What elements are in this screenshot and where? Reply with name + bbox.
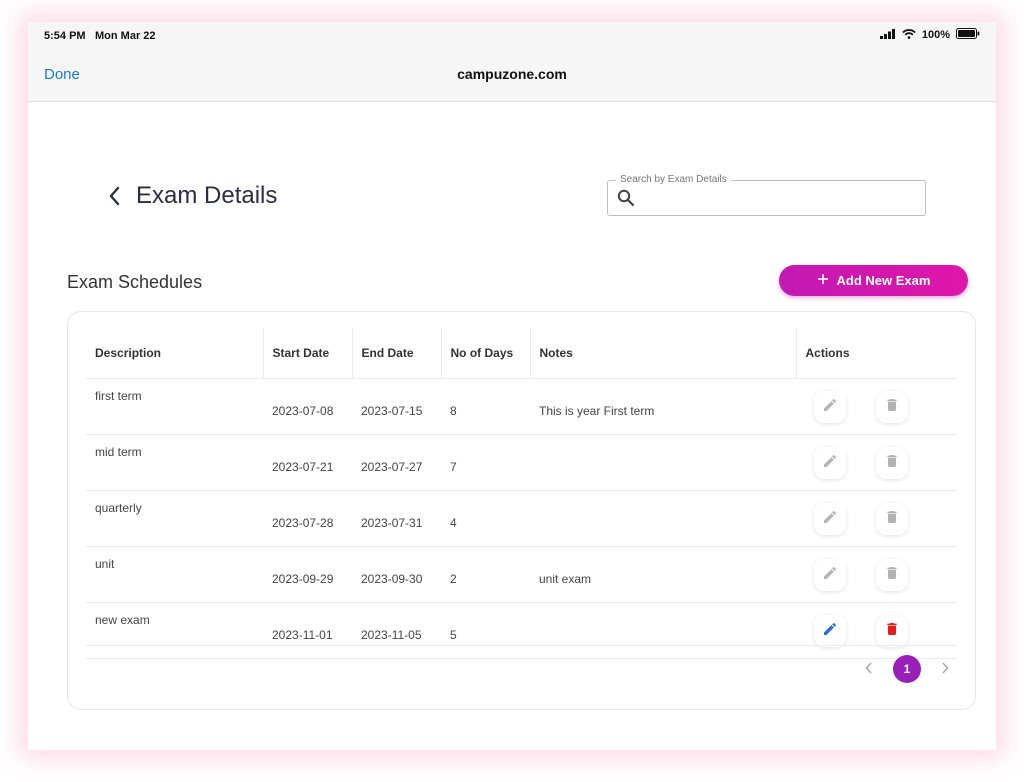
page-title: Exam Details [136, 182, 278, 209]
status-bar: 5:54 PM Mon Mar 22 100% [28, 22, 996, 50]
chevron-left-icon[interactable] [108, 185, 126, 207]
cell-days: 5 [441, 602, 530, 659]
pencil-icon [822, 509, 838, 528]
chevron-right-icon[interactable] [941, 661, 949, 677]
column-header-notes: Notes [529, 328, 796, 379]
trash-icon [884, 453, 900, 472]
cell-description: first term [86, 378, 263, 435]
page-number-button[interactable]: 1 [893, 655, 921, 683]
device-frame: 5:54 PM Mon Mar 22 100% Done campuzone.c… [28, 22, 996, 750]
table-footer-divider [86, 645, 957, 646]
search-field[interactable]: Search by Exam Details [607, 174, 926, 216]
cell-actions [796, 490, 957, 547]
cell-actions [796, 602, 957, 659]
cell-actions [796, 434, 957, 491]
cell-start-date: 2023-07-08 [263, 378, 352, 435]
pencil-icon [822, 397, 838, 416]
cell-end-date: 2023-07-31 [352, 490, 441, 547]
table-row: new exam 2023-11-01 2023-11-05 5 [86, 602, 957, 659]
add-new-exam-button[interactable]: Add New Exam [779, 265, 968, 296]
cell-start-date: 2023-07-28 [263, 490, 352, 547]
pagination: 1 [865, 655, 949, 683]
cell-description: quarterly [86, 490, 263, 547]
url-label: campuzone.com [457, 66, 567, 82]
status-indicators: 100% [879, 28, 980, 42]
cell-actions [796, 546, 957, 603]
cell-start-date: 2023-09-29 [263, 546, 352, 603]
cell-days: 4 [441, 490, 530, 547]
wifi-icon [902, 28, 916, 42]
status-time: 5:54 PM [44, 30, 86, 42]
trash-icon [884, 509, 900, 528]
exam-schedules-card: Description Start Date End Date No of Da… [67, 311, 976, 710]
edit-button[interactable] [814, 558, 846, 591]
cell-end-date: 2023-07-27 [352, 434, 441, 491]
cell-notes [530, 434, 796, 491]
cell-end-date: 2023-09-30 [352, 546, 441, 603]
plus-icon [817, 273, 829, 288]
search-input[interactable] [640, 187, 914, 211]
search-label: Search by Exam Details [616, 174, 731, 185]
column-header-description: Description [86, 328, 263, 379]
cell-days: 7 [441, 434, 530, 491]
section-title: Exam Schedules [67, 272, 203, 292]
delete-button[interactable] [876, 614, 908, 647]
column-header-actions: Actions [795, 328, 957, 379]
pencil-icon [822, 453, 838, 472]
cell-start-date: 2023-11-01 [263, 602, 352, 659]
chevron-left-icon[interactable] [865, 661, 873, 677]
cell-start-date: 2023-07-21 [263, 434, 352, 491]
edit-button[interactable] [814, 390, 846, 423]
edit-button[interactable] [814, 614, 846, 647]
column-header-no-of-days: No of Days [440, 328, 530, 379]
browser-bar: 5:54 PM Mon Mar 22 100% Done campuzone.c… [28, 22, 996, 102]
cell-actions [796, 378, 957, 435]
cell-description: new exam [86, 602, 263, 659]
pencil-icon [822, 621, 838, 640]
column-header-end-date: End Date [351, 328, 441, 379]
signal-icon [879, 28, 896, 42]
add-new-exam-label: Add New Exam [836, 273, 931, 288]
delete-button[interactable] [876, 558, 908, 591]
table-row: unit 2023-09-29 2023-09-30 2 unit exam [86, 546, 957, 603]
edit-button[interactable] [814, 446, 846, 479]
delete-button[interactable] [876, 390, 908, 423]
search-icon [617, 189, 635, 212]
cell-days: 2 [441, 546, 530, 603]
table-row: first term 2023-07-08 2023-07-15 8 This … [86, 378, 957, 435]
exam-table: Description Start Date End Date No of Da… [86, 328, 957, 659]
cell-description: mid term [86, 434, 263, 491]
battery-icon [956, 28, 980, 42]
delete-button[interactable] [876, 446, 908, 479]
cell-notes: unit exam [530, 546, 796, 603]
trash-icon [884, 565, 900, 584]
cell-end-date: 2023-07-15 [352, 378, 441, 435]
delete-button[interactable] [876, 502, 908, 535]
cell-notes [530, 490, 796, 547]
table-header-row: Description Start Date End Date No of Da… [86, 328, 957, 379]
cell-notes [530, 602, 796, 659]
trash-icon [884, 397, 900, 416]
edit-button[interactable] [814, 502, 846, 535]
pencil-icon [822, 565, 838, 584]
cell-notes: This is year First term [530, 378, 796, 435]
cell-description: unit [86, 546, 263, 603]
trash-icon [884, 621, 900, 640]
table-row: mid term 2023-07-21 2023-07-27 7 [86, 434, 957, 491]
battery-percent: 100% [921, 29, 950, 41]
page-header: Exam Details [108, 182, 277, 210]
table-row: quarterly 2023-07-28 2023-07-31 4 [86, 490, 957, 547]
cell-end-date: 2023-11-05 [352, 602, 441, 659]
status-date: Mon Mar 22 [95, 30, 156, 42]
column-header-start-date: Start Date [262, 328, 352, 379]
cell-days: 8 [441, 378, 530, 435]
